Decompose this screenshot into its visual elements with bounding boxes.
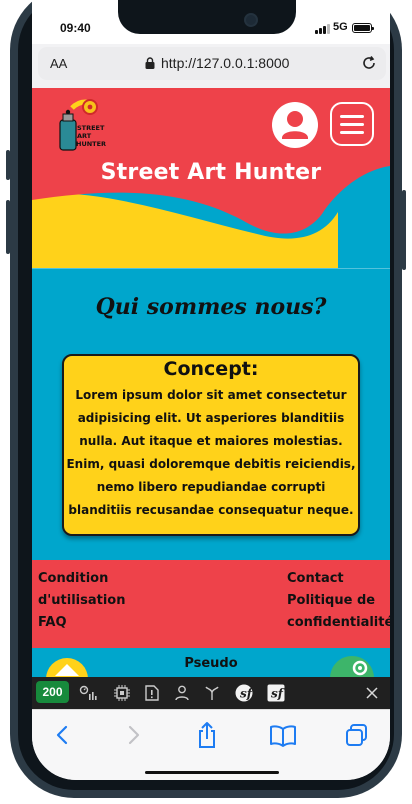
battery-icon <box>352 23 374 33</box>
performance-icon[interactable] <box>78 683 98 703</box>
svg-text:sf: sf <box>240 687 253 701</box>
phone-notch <box>118 0 296 34</box>
hamburger-menu-icon <box>340 131 364 134</box>
bookmarks-icon[interactable] <box>268 720 298 750</box>
lock-icon <box>145 57 155 69</box>
reload-icon[interactable] <box>360 54 378 72</box>
footer-link-faq[interactable]: FAQ <box>38 612 67 634</box>
url-text[interactable]: http://127.0.0.1:8000 <box>161 55 289 71</box>
back-icon[interactable] <box>48 720 78 750</box>
user-icon[interactable] <box>172 683 192 703</box>
status-code-badge[interactable]: 200 <box>36 681 69 703</box>
card-title: Concept: <box>163 358 259 380</box>
site-title: Street Art Hunter <box>100 160 322 185</box>
footer-link-conditions[interactable]: d'utilisation <box>38 590 126 612</box>
user-account-button[interactable] <box>272 102 318 148</box>
site-footer: Condition d'utilisation FAQ Contact Poli… <box>32 560 390 648</box>
debug-toolbar: 200 sf sf <box>32 677 390 709</box>
status-time: 09:40 <box>60 21 91 35</box>
svg-text:HUNTER: HUNTER <box>76 140 106 148</box>
section-title: Qui sommes nous? <box>95 294 327 320</box>
map-nav-button[interactable] <box>330 656 374 678</box>
phone-mockup: 09:40 5G AA http://127.0.0.1:8000 STREET… <box>0 0 412 804</box>
request-icon[interactable] <box>142 683 162 703</box>
signal-icon <box>315 24 330 34</box>
hamburger-menu-button[interactable] <box>330 102 374 146</box>
front-camera <box>244 13 258 27</box>
concept-card: Concept: Lorem ipsum dolor sit amet cons… <box>62 354 360 536</box>
site-logo[interactable]: STREET ART HUNTER <box>50 96 112 158</box>
hamburger-menu-icon <box>340 123 364 126</box>
footer-link-contact[interactable]: Contact <box>287 568 344 590</box>
browser-toolbar <box>32 709 390 780</box>
svg-text:ART: ART <box>77 132 92 140</box>
routing-icon[interactable] <box>202 683 222 703</box>
web-page: STREET ART HUNTER Street Art Hunter Qui … <box>32 88 390 678</box>
footer-link-privacy[interactable]: Politique de <box>287 590 375 612</box>
divider <box>32 268 390 269</box>
address-bar[interactable]: AA http://127.0.0.1:8000 <box>38 47 386 80</box>
network-type: 5G <box>333 21 348 33</box>
hamburger-menu-icon <box>340 115 364 118</box>
symfony-icon[interactable]: sf <box>234 683 254 703</box>
side-button <box>402 190 406 270</box>
card-body: Lorem ipsum dolor sit amet consectetur a… <box>66 388 356 517</box>
share-icon[interactable] <box>192 720 222 750</box>
home-indicator <box>145 771 279 774</box>
svg-text:STREET: STREET <box>77 124 105 132</box>
footer-link-privacy[interactable]: confidentialité <box>287 612 390 634</box>
svg-text:sf: sf <box>271 687 285 701</box>
site-header: STREET ART HUNTER Street Art Hunter <box>32 88 390 268</box>
tabs-icon[interactable] <box>342 720 372 750</box>
symfony-icon[interactable]: sf <box>266 683 286 703</box>
forward-icon[interactable] <box>118 720 148 750</box>
close-icon[interactable] <box>362 683 382 703</box>
phone-screen: 09:40 5G AA http://127.0.0.1:8000 STREET… <box>32 0 390 780</box>
memory-icon[interactable] <box>112 683 132 703</box>
bottom-nav: Pseudo <box>32 648 390 678</box>
location-icon <box>352 660 368 676</box>
about-section: Qui sommes nous? Concept: Lorem ipsum do… <box>32 268 390 560</box>
user-icon <box>282 111 308 139</box>
footer-link-conditions[interactable]: Condition <box>38 568 108 590</box>
text-size-button[interactable]: AA <box>50 56 67 71</box>
